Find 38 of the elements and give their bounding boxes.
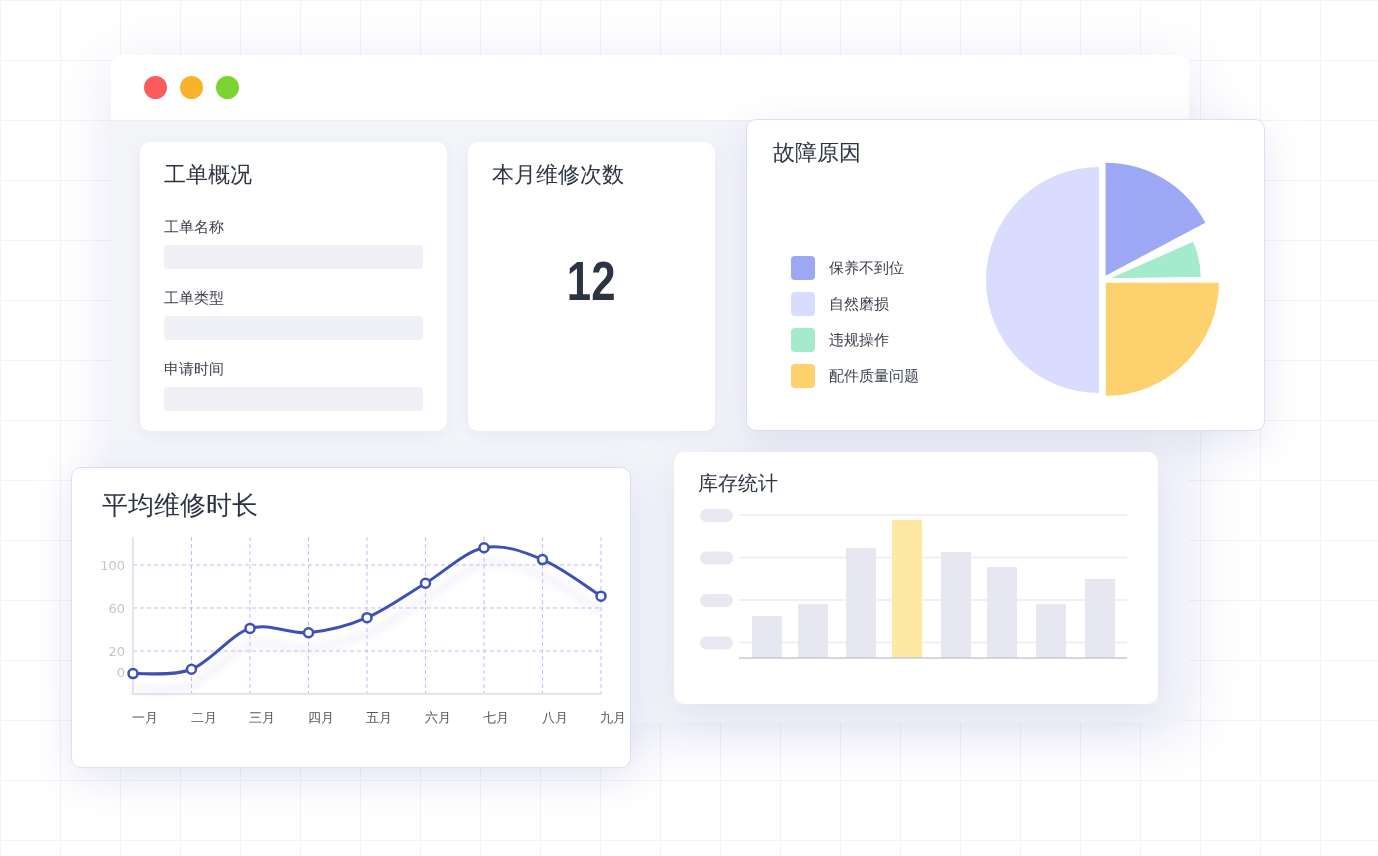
- axis-month-label: 四月: [307, 710, 334, 725]
- axis-month-label: 六月: [424, 710, 451, 725]
- legend-label: 违规操作: [829, 330, 889, 350]
- data-point: [361, 611, 373, 624]
- axis-month-label: 五月: [366, 710, 392, 725]
- field-label: 申请时间: [164, 360, 225, 379]
- axis-tick-label: 0: [116, 665, 125, 681]
- field-label: 工单类型: [164, 289, 225, 308]
- close-dot[interactable]: [144, 76, 167, 99]
- axis-tick-label: 60: [108, 600, 125, 616]
- repair-count-value: 12: [567, 248, 616, 313]
- maximize-dot[interactable]: [216, 76, 239, 99]
- field-label: 工单名称: [164, 218, 225, 237]
- data-point: [127, 667, 139, 680]
- axis-month-label: 一月: [132, 710, 158, 725]
- card-title: 工单概况: [164, 161, 253, 189]
- axis-tick-label: 100: [100, 557, 125, 573]
- card-title: 故障原因: [773, 139, 862, 167]
- axis-tick-label: 20: [108, 644, 125, 659]
- card-title: 本月维修次数: [492, 161, 625, 189]
- axis-month-label: 三月: [249, 710, 275, 725]
- data-point: [536, 553, 549, 566]
- legend-label: 自然磨损: [829, 294, 889, 314]
- card-title: 平均维修时长: [102, 489, 259, 522]
- data-point: [595, 590, 607, 602]
- data-point: [302, 626, 315, 639]
- axis-month-label: 七月: [483, 710, 509, 725]
- axis-month-label: 九月: [600, 710, 626, 725]
- card-title: 库存统计: [698, 470, 779, 497]
- data-point: [244, 622, 256, 635]
- axis-month-label: 二月: [190, 710, 217, 725]
- data-point: [478, 542, 490, 554]
- legend-label: 保养不到位: [829, 258, 904, 278]
- data-point: [419, 577, 432, 589]
- minimize-dot[interactable]: [180, 76, 203, 99]
- data-point: [185, 663, 198, 675]
- legend-label: 配件质量问题: [829, 366, 919, 386]
- axis-month-label: 八月: [541, 710, 568, 725]
